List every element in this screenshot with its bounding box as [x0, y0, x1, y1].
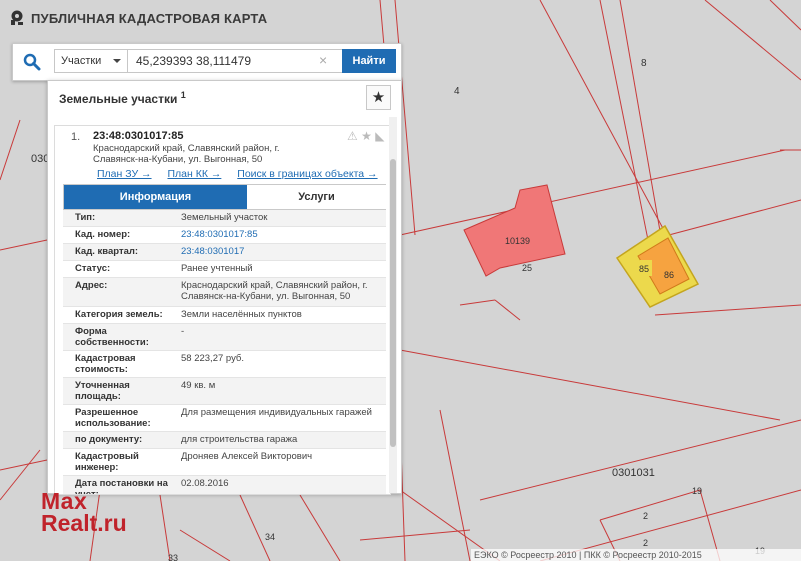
- scrollbar-thumb[interactable]: [390, 159, 396, 447]
- tag-icon[interactable]: ◣: [375, 129, 384, 143]
- map-label: 34: [265, 532, 275, 542]
- info-row: Кадастровый инженер: Дроняев Алексей Вик…: [63, 449, 386, 476]
- info-row: Статус: Ранее учтенный: [63, 261, 386, 278]
- result-number: 1.: [71, 131, 81, 143]
- info-row: Тип: Земельный участок: [63, 210, 386, 227]
- info-value: 58 223,27 руб.: [181, 353, 245, 364]
- search-bar: Участки × Найти: [12, 43, 402, 81]
- info-value: -: [181, 326, 185, 337]
- map-label: 10139: [505, 236, 530, 246]
- map-attribution: ЕЭКО © Росреестр 2010 | ПКК © Росреестр …: [471, 549, 801, 561]
- info-row: по документу: для строительства гаража: [63, 432, 386, 449]
- map-label: 8: [641, 58, 647, 69]
- panel-header: Земельные участки 1 ★: [48, 81, 401, 113]
- info-row: Разрешенное использование: Для размещени…: [63, 405, 386, 432]
- results-panel: Земельные участки 1 ★ 1. 23:48:0301017:8…: [47, 80, 402, 495]
- info-tabs: Информация Услуги: [63, 184, 386, 210]
- info-row: Кадастровая стоимость: 58 223,27 руб.: [63, 351, 386, 378]
- info-value: Для размещения индивидуальных гаражей: [181, 407, 372, 418]
- result-cad-number[interactable]: 23:48:0301017:85: [93, 130, 184, 142]
- result-links: План ЗУ → План КК → Поиск в границах объ…: [97, 168, 390, 180]
- plan-kk-link[interactable]: План КК →: [167, 168, 221, 180]
- info-key: Категория земель:: [75, 309, 163, 320]
- result-actions: ⚠ ★ ◣: [347, 129, 384, 143]
- panel-scrollbar[interactable]: [389, 117, 397, 493]
- info-row: Уточненная площадь: 49 кв. м: [63, 378, 386, 405]
- app-header: ПУБЛИЧНАЯ КАДАСТРОВАЯ КАРТА: [0, 0, 801, 36]
- info-key: Уточненная площадь:: [75, 380, 130, 402]
- info-key: Тип:: [75, 212, 96, 223]
- info-table: Тип: Земельный участок Кад. номер: 23:48…: [63, 210, 386, 495]
- result-address: Краснодарский край, Славянский район, г.…: [93, 143, 280, 165]
- app-title: ПУБЛИЧНАЯ КАДАСТРОВАЯ КАРТА: [31, 11, 268, 26]
- map-label: 19: [692, 486, 702, 496]
- info-key: Форма собственности:: [75, 326, 149, 348]
- search-in-bounds-link[interactable]: Поиск в границах объекта →: [237, 168, 377, 180]
- info-row: Адрес: Краснодарский край, Славянский ра…: [63, 278, 386, 307]
- panel-title-text: Земельные участки: [59, 92, 178, 106]
- map-label: 85: [639, 264, 649, 274]
- map-label: 0301031: [612, 467, 655, 479]
- info-row: Форма собственности: -: [63, 324, 386, 351]
- watermark-logo-domain: Realt.ru: [41, 510, 127, 536]
- search-icon: [23, 53, 41, 71]
- info-key: по документу:: [75, 434, 143, 445]
- search-toggle-button[interactable]: [13, 44, 51, 80]
- info-value-link[interactable]: 23:48:0301017: [181, 246, 381, 257]
- info-value-link[interactable]: 23:48:0301017:85: [181, 229, 381, 240]
- info-key: Разрешенное использование:: [75, 407, 151, 429]
- info-value: Земли населённых пунктов: [181, 309, 302, 320]
- star-icon[interactable]: ★: [361, 129, 372, 143]
- find-button[interactable]: Найти: [342, 49, 396, 73]
- result-count: 1: [180, 90, 186, 100]
- info-value: Ранее учтенный: [181, 263, 253, 274]
- info-value: 02.08.2016: [181, 478, 229, 489]
- info-value: Дроняев Алексей Викторович: [181, 451, 313, 462]
- plan-zu-link[interactable]: План ЗУ →: [97, 168, 152, 180]
- search-type-select[interactable]: Участки: [54, 49, 128, 73]
- chevron-down-icon: [113, 59, 121, 63]
- info-value: Земельный участок: [181, 212, 268, 223]
- map-label: 33: [168, 553, 178, 561]
- tab-information[interactable]: Информация: [64, 185, 247, 209]
- info-row: Кад. номер: 23:48:0301017:85: [63, 227, 386, 244]
- info-key: Кад. номер:: [75, 229, 131, 240]
- map-label: 25: [522, 263, 532, 273]
- clear-icon[interactable]: ×: [319, 53, 327, 67]
- panel-title: Земельные участки 1: [59, 90, 186, 106]
- map-label: 2: [643, 538, 648, 548]
- info-value: Краснодарский край, Славянский район, г.…: [181, 280, 368, 302]
- warning-icon[interactable]: ⚠: [347, 129, 358, 143]
- info-key: Кад. квартал:: [75, 246, 139, 257]
- info-row: Категория земель: Земли населённых пункт…: [63, 307, 386, 324]
- map-label: 4: [454, 86, 460, 97]
- info-row: Кад. квартал: 23:48:0301017: [63, 244, 386, 261]
- info-key: Кадастровая стоимость:: [75, 353, 136, 375]
- info-row: Дата постановки на учет: 02.08.2016: [63, 476, 386, 495]
- info-value: 49 кв. м: [181, 380, 216, 391]
- info-key: Адрес:: [75, 280, 108, 291]
- tab-services[interactable]: Услуги: [247, 185, 386, 209]
- info-value: для строительства гаража: [181, 434, 298, 445]
- map-pin-icon: [11, 10, 23, 25]
- map-label: 2: [643, 511, 648, 521]
- map-label: 86: [664, 270, 674, 280]
- info-key: Кадастровый инженер:: [75, 451, 139, 473]
- info-key: Дата постановки на учет:: [75, 478, 168, 495]
- star-icon: ★: [371, 89, 386, 106]
- favorite-button[interactable]: ★: [366, 85, 391, 110]
- search-type-value: Участки: [61, 55, 102, 67]
- result-card: 1. 23:48:0301017:85 Краснодарский край, …: [54, 125, 391, 495]
- info-key: Статус:: [75, 263, 111, 274]
